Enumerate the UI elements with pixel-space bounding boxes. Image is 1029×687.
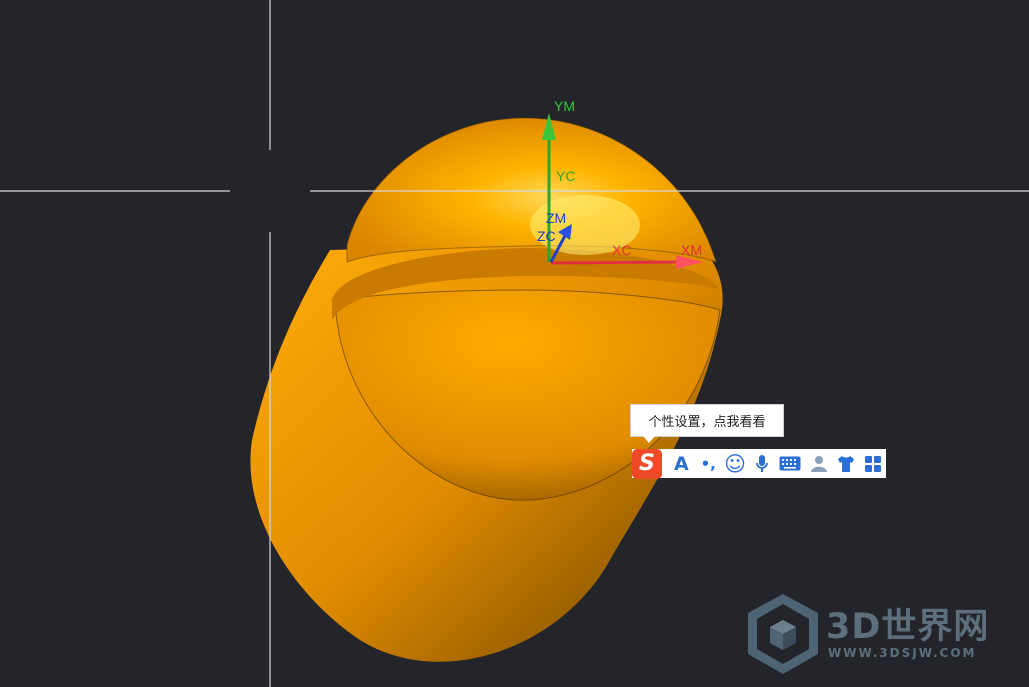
toolbox-grid-icon[interactable] [859, 449, 886, 478]
site-watermark: 3D世界网 WWW.3DSJW.COM [744, 592, 1014, 676]
tooltip-pointer [643, 436, 655, 443]
microphone-glyph [756, 454, 768, 472]
watermark-title: 3D世界网 [826, 607, 990, 647]
grid-glyph [864, 455, 881, 472]
shirt-glyph [837, 455, 854, 472]
font-icon[interactable]: A [668, 449, 695, 478]
x-axis-line [550, 260, 691, 265]
watermark-url: WWW.3DSJW.COM [828, 646, 977, 660]
capsule-model[interactable] [250, 117, 723, 662]
yc-label: YC [556, 168, 575, 184]
ime-tooltip[interactable]: 个性设置，点我看看 [630, 404, 784, 437]
skin-shirt-icon[interactable] [832, 449, 859, 478]
emoji-icon[interactable]: ☺ [722, 449, 749, 478]
keyboard-icon[interactable] [775, 449, 805, 478]
user-glyph [810, 455, 827, 472]
3d-viewport[interactable]: YM YC ZM ZC XC XM [0, 0, 1029, 687]
punctuation-icon[interactable]: •, [695, 449, 722, 478]
ym-label: YM [554, 98, 575, 114]
sogou-logo-icon[interactable]: S [632, 448, 662, 479]
zc-label: ZC [537, 228, 556, 244]
xm-label: XM [681, 242, 702, 258]
microphone-icon[interactable] [749, 449, 776, 478]
keyboard-glyph [779, 456, 801, 471]
ime-toolbar: S A •, ☺ [632, 448, 886, 479]
capsule-upper-dome [346, 117, 717, 263]
user-account-icon[interactable] [805, 449, 832, 478]
zm-label: ZM [546, 210, 566, 226]
cube-logo-icon [748, 594, 818, 674]
xc-label: XC [612, 242, 631, 258]
